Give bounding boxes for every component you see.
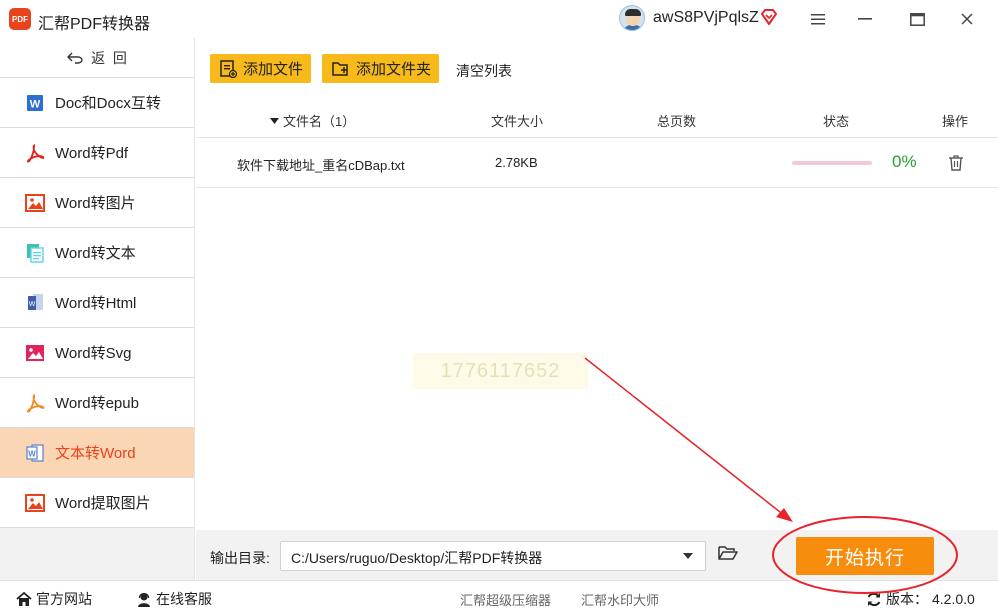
column-header-size: 文件大小: [491, 114, 544, 129]
refresh-icon: [867, 592, 881, 606]
sidebar: 返 回 W Doc和Docx互转 Word转Pdf Word转图片 Word转文…: [0, 38, 195, 580]
clear-list-button[interactable]: 清空列表: [456, 61, 512, 81]
menu-icon[interactable]: [805, 6, 831, 32]
status-bar: 官方网站 在线客服 汇帮超级压缩器 汇帮水印大师 版本： 4.2.0.0: [0, 580, 998, 608]
sidebar-item-word-pdf[interactable]: Word转Pdf: [0, 128, 194, 178]
add-folder-button[interactable]: 添加文件夹: [322, 54, 440, 83]
avatar[interactable]: [619, 5, 645, 31]
sort-down-icon: [270, 117, 279, 124]
extract-image-icon: [25, 493, 45, 513]
sidebar-item-text-word[interactable]: W 文本转Word: [0, 428, 194, 478]
output-label: 输出目录:: [210, 550, 270, 566]
html-doc-icon: W: [25, 293, 45, 313]
svg-text:W: W: [29, 301, 36, 308]
add-file-button[interactable]: 添加文件: [210, 54, 312, 83]
app-logo-text: PDF: [12, 14, 28, 24]
output-bar: 输出目录: C:/Users/ruguo/Desktop/汇帮PDF转换器 开始…: [196, 530, 998, 580]
sidebar-item-word-html[interactable]: W Word转Html: [0, 278, 194, 328]
sidebar-item-label: 文本转Word: [55, 445, 136, 462]
trash-icon[interactable]: [948, 154, 964, 172]
word-doc-outline-icon: W: [25, 443, 45, 463]
back-label: 返 回: [91, 49, 127, 66]
app-title: 汇帮PDF转换器: [38, 16, 151, 33]
sidebar-item-word-svg[interactable]: Word转Svg: [0, 328, 194, 378]
start-button[interactable]: 开始执行: [796, 537, 934, 575]
svg-image-icon: [25, 343, 45, 363]
official-website-label: 官方网站: [36, 591, 92, 607]
chevron-down-icon[interactable]: [683, 553, 693, 559]
annotation-arrowhead: [776, 508, 793, 522]
sidebar-item-label: Word转Svg: [55, 345, 132, 362]
file-name-cell: 软件下载地址_重名cDBap.txt: [237, 158, 405, 173]
sidebar-item-label: Doc和Docx互转: [55, 95, 161, 112]
version-info[interactable]: 版本： 4.2.0.0: [866, 589, 975, 608]
sidebar-item-label: Word转Pdf: [55, 145, 129, 162]
add-file-label: 添加文件: [243, 61, 304, 78]
output-directory-value: C:/Users/ruguo/Desktop/汇帮PDF转换器: [291, 550, 543, 566]
sidebar-item-label: Word提取图片: [55, 495, 151, 512]
table-row[interactable]: 软件下载地址_重名cDBap.txt 2.78KB 0%: [196, 138, 998, 188]
close-icon[interactable]: [954, 6, 980, 32]
sidebar-item-label: Word转文本: [55, 245, 136, 262]
column-header-filename-label: 文件名（1）: [283, 114, 356, 129]
file-table-header: 文件名（1） 文件大小 总页数 状态 操作: [196, 100, 998, 138]
sidebar-item-label: Word转epub: [55, 395, 139, 412]
progress-percent: 0%: [892, 152, 917, 171]
sidebar-item-label: Word转Html: [55, 295, 137, 312]
sidebar-item-doc-docx[interactable]: W Doc和Docx互转: [0, 78, 194, 128]
column-header-status: 状态: [823, 114, 850, 129]
sidebar-item-word-text[interactable]: Word转文本: [0, 228, 194, 278]
sidebar-item-word-image[interactable]: Word转图片: [0, 178, 194, 228]
sidebar-item-label: Word转图片: [55, 195, 136, 212]
output-directory-select[interactable]: C:/Users/ruguo/Desktop/汇帮PDF转换器: [280, 541, 706, 571]
version-label: 版本：: [886, 591, 928, 607]
sidebar-item-word-epub[interactable]: Word转epub: [0, 378, 194, 428]
column-header-filename[interactable]: 文件名（1）: [270, 111, 355, 130]
sidebar-item-word-extract-image[interactable]: Word提取图片: [0, 478, 194, 528]
toolbar: 添加文件 添加文件夹 清空列表: [196, 38, 998, 100]
svg-text:W: W: [30, 98, 41, 110]
sidebar-footer-area: [0, 528, 194, 580]
watermark-master-link[interactable]: 汇帮水印大师: [581, 590, 659, 608]
support-agent-icon: [138, 592, 150, 607]
maximize-icon[interactable]: [904, 6, 930, 32]
word-doc-icon: W: [25, 93, 45, 113]
minimize-icon[interactable]: [852, 6, 878, 32]
watermark: 1776117652: [413, 353, 588, 389]
back-button[interactable]: 返 回: [0, 38, 194, 78]
version-number: 4.2.0.0: [932, 591, 975, 607]
add-folder-label: 添加文件夹: [356, 61, 432, 78]
annotation-arrow: [584, 357, 786, 517]
home-icon: [16, 591, 32, 606]
online-support-label: 在线客服: [156, 591, 212, 607]
user-name[interactable]: awS8PVjPqlsZ: [653, 9, 759, 27]
column-header-action: 操作: [942, 114, 969, 129]
compressor-link[interactable]: 汇帮超级压缩器: [460, 590, 551, 608]
image-icon: [25, 193, 45, 213]
svg-text:W: W: [28, 449, 36, 458]
epub-acrobat-icon: [25, 393, 45, 413]
add-folder-icon: [332, 61, 348, 76]
column-header-pages: 总页数: [657, 114, 697, 129]
add-file-icon: [220, 59, 237, 78]
official-website-link[interactable]: 官方网站: [16, 589, 92, 608]
pdf-acrobat-icon: [25, 143, 45, 163]
online-support-link[interactable]: 在线客服: [136, 589, 212, 608]
app-logo-icon: PDF: [9, 8, 31, 30]
file-size-cell: 2.78KB: [495, 155, 538, 170]
vip-diamond-icon[interactable]: [760, 8, 778, 26]
progress-bar: [792, 161, 872, 165]
folder-open-icon[interactable]: [718, 544, 738, 562]
back-arrow-icon: [67, 52, 83, 64]
text-doc-icon: [25, 243, 45, 263]
title-bar: PDF 汇帮PDF转换器 awS8PVjPqlsZ: [0, 0, 998, 38]
